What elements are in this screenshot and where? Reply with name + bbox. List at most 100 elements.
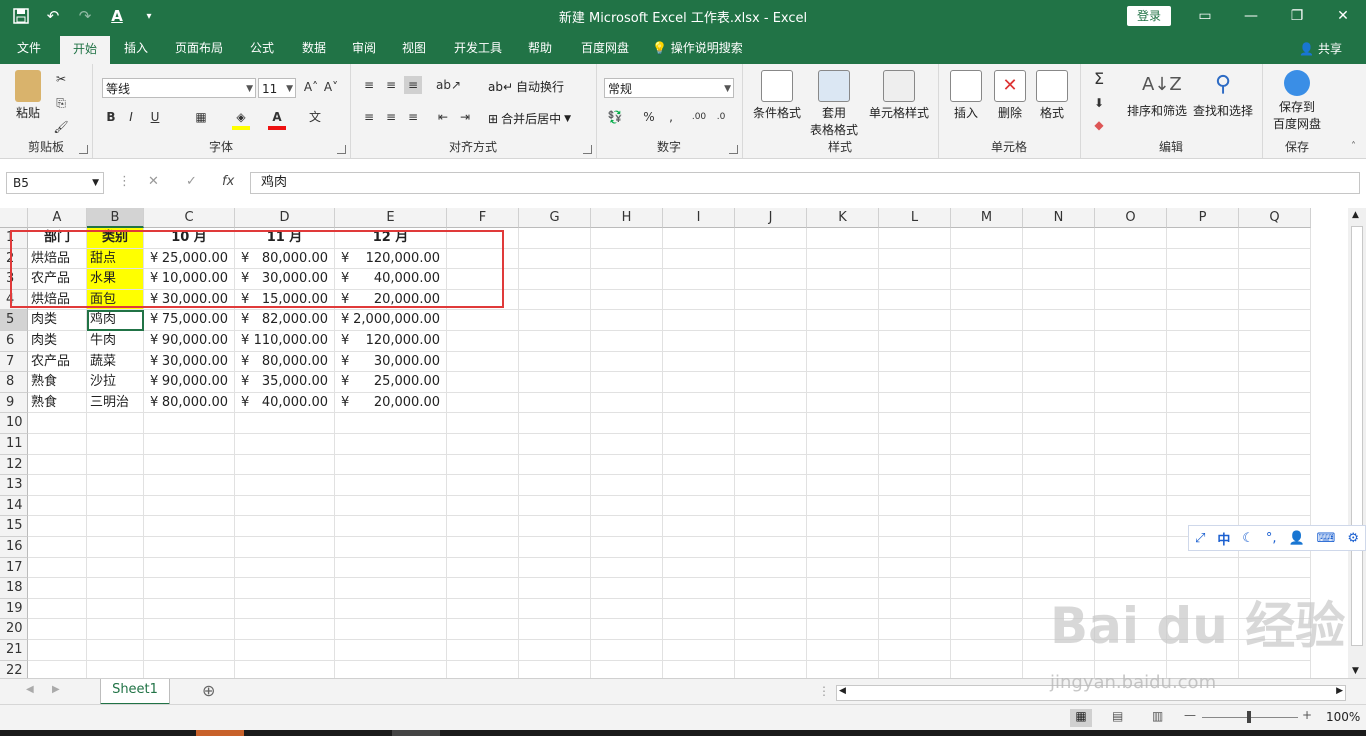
cell[interactable]	[28, 434, 87, 455]
cell[interactable]	[807, 434, 879, 455]
cell[interactable]	[1095, 557, 1167, 579]
cell[interactable]	[87, 660, 144, 678]
cell[interactable]	[447, 578, 519, 599]
cell[interactable]	[735, 228, 807, 249]
cell[interactable]	[663, 413, 735, 434]
cell[interactable]	[519, 454, 591, 476]
cell[interactable]	[807, 475, 879, 496]
cell[interactable]	[1167, 434, 1239, 455]
cell[interactable]	[519, 392, 591, 414]
cell[interactable]	[735, 516, 807, 537]
cell[interactable]	[807, 269, 879, 290]
borders-icon[interactable]: ▦	[192, 108, 210, 126]
amount-cell[interactable]: ¥110,000.00	[235, 331, 335, 352]
amount-cell[interactable]: ¥30,000.00	[335, 351, 447, 373]
cell[interactable]	[591, 434, 663, 455]
enter-icon[interactable]: ✓	[186, 174, 197, 189]
amount-cell[interactable]: ¥82,000.00	[235, 310, 335, 331]
decrease-decimal-icon[interactable]: .0	[712, 108, 730, 126]
cell[interactable]	[735, 351, 807, 373]
decrease-font-size-icon[interactable]: A˅	[322, 78, 340, 96]
cell[interactable]	[447, 434, 519, 455]
cell[interactable]	[663, 557, 735, 579]
cell[interactable]	[663, 454, 735, 476]
insert-function-icon[interactable]: fx	[222, 174, 234, 189]
clipboard-launcher-icon[interactable]	[79, 145, 88, 154]
font-color-icon[interactable]: A	[268, 108, 286, 130]
cell[interactable]	[87, 598, 144, 620]
cell[interactable]	[1167, 351, 1239, 373]
cell[interactable]	[663, 392, 735, 414]
cell[interactable]	[519, 578, 591, 599]
row-header[interactable]: 11	[0, 434, 28, 455]
cell[interactable]	[735, 434, 807, 455]
format-painter-icon[interactable]: 🖌	[52, 118, 70, 136]
cell[interactable]	[879, 640, 951, 661]
increase-indent-icon[interactable]: ⇥	[456, 108, 474, 126]
cell[interactable]	[951, 310, 1023, 331]
cell[interactable]	[1239, 248, 1311, 270]
cell[interactable]	[735, 331, 807, 352]
cell[interactable]	[951, 434, 1023, 455]
cell[interactable]	[28, 557, 87, 579]
ribbon-display-options-icon[interactable]: ▭	[1182, 0, 1228, 32]
cell[interactable]	[144, 454, 235, 476]
cell[interactable]	[519, 248, 591, 270]
cell[interactable]	[519, 537, 591, 558]
scroll-up-icon[interactable]: ▲	[1352, 210, 1359, 220]
cell[interactable]	[235, 434, 335, 455]
cell[interactable]	[663, 619, 735, 640]
ime-language-toggle[interactable]: 中	[1217, 529, 1230, 548]
ime-expand-icon[interactable]: ⤢	[1195, 531, 1205, 546]
cell[interactable]	[1167, 289, 1239, 311]
dept-cell[interactable]: 熟食	[28, 392, 87, 414]
formula-input[interactable]: 鸡肉	[250, 172, 1360, 194]
cell[interactable]	[879, 331, 951, 352]
delete-cells-button[interactable]: ✕ 删除	[992, 70, 1028, 121]
cell[interactable]	[807, 228, 879, 249]
dept-cell[interactable]: 农产品	[28, 351, 87, 373]
cell[interactable]	[1023, 289, 1095, 311]
cell[interactable]	[447, 516, 519, 537]
cell[interactable]	[663, 537, 735, 558]
cell[interactable]	[1239, 331, 1311, 352]
cell[interactable]	[1095, 310, 1167, 331]
amount-cell[interactable]: ¥80,000.00	[235, 351, 335, 373]
cell[interactable]	[519, 331, 591, 352]
collapse-ribbon-icon[interactable]: ˄	[1351, 141, 1356, 152]
cell[interactable]	[447, 413, 519, 434]
cell[interactable]	[1023, 413, 1095, 434]
cell[interactable]	[591, 475, 663, 496]
settings-gear-icon[interactable]: ⚙	[1347, 531, 1359, 546]
cell[interactable]	[951, 598, 1023, 620]
cell[interactable]	[335, 578, 447, 599]
cell[interactable]	[1023, 331, 1095, 352]
column-header[interactable]: L	[879, 208, 951, 228]
amount-cell[interactable]: ¥80,000.00	[144, 392, 235, 414]
page-break-view-icon[interactable]: ▥	[1152, 709, 1163, 723]
cell[interactable]	[1023, 228, 1095, 249]
cell[interactable]	[519, 557, 591, 579]
format-as-table-button[interactable]: 套用 表格格式	[804, 70, 864, 138]
row-header[interactable]: 20	[0, 619, 28, 640]
cell[interactable]	[807, 516, 879, 537]
merge-center-button[interactable]: ⊞ 合并后居中 ▼	[488, 110, 571, 127]
cell[interactable]	[951, 289, 1023, 311]
comma-style-icon[interactable]: ,	[662, 108, 680, 126]
cell[interactable]	[1095, 331, 1167, 352]
cell[interactable]	[879, 660, 951, 678]
cell[interactable]	[235, 578, 335, 599]
cell[interactable]	[591, 619, 663, 640]
cell[interactable]	[235, 557, 335, 579]
phonetic-icon[interactable]: 文	[306, 108, 324, 126]
user-icon[interactable]: 👤	[1289, 531, 1305, 546]
cell[interactable]	[447, 557, 519, 579]
cell[interactable]	[1095, 228, 1167, 249]
cell[interactable]	[951, 475, 1023, 496]
cell[interactable]	[144, 413, 235, 434]
percent-style-button[interactable]: %	[640, 108, 658, 126]
column-header[interactable]: E	[335, 208, 447, 228]
font-name-select[interactable]: 等线 ▼	[102, 78, 256, 98]
underline-button[interactable]: U	[146, 108, 164, 126]
cell[interactable]	[1023, 392, 1095, 414]
